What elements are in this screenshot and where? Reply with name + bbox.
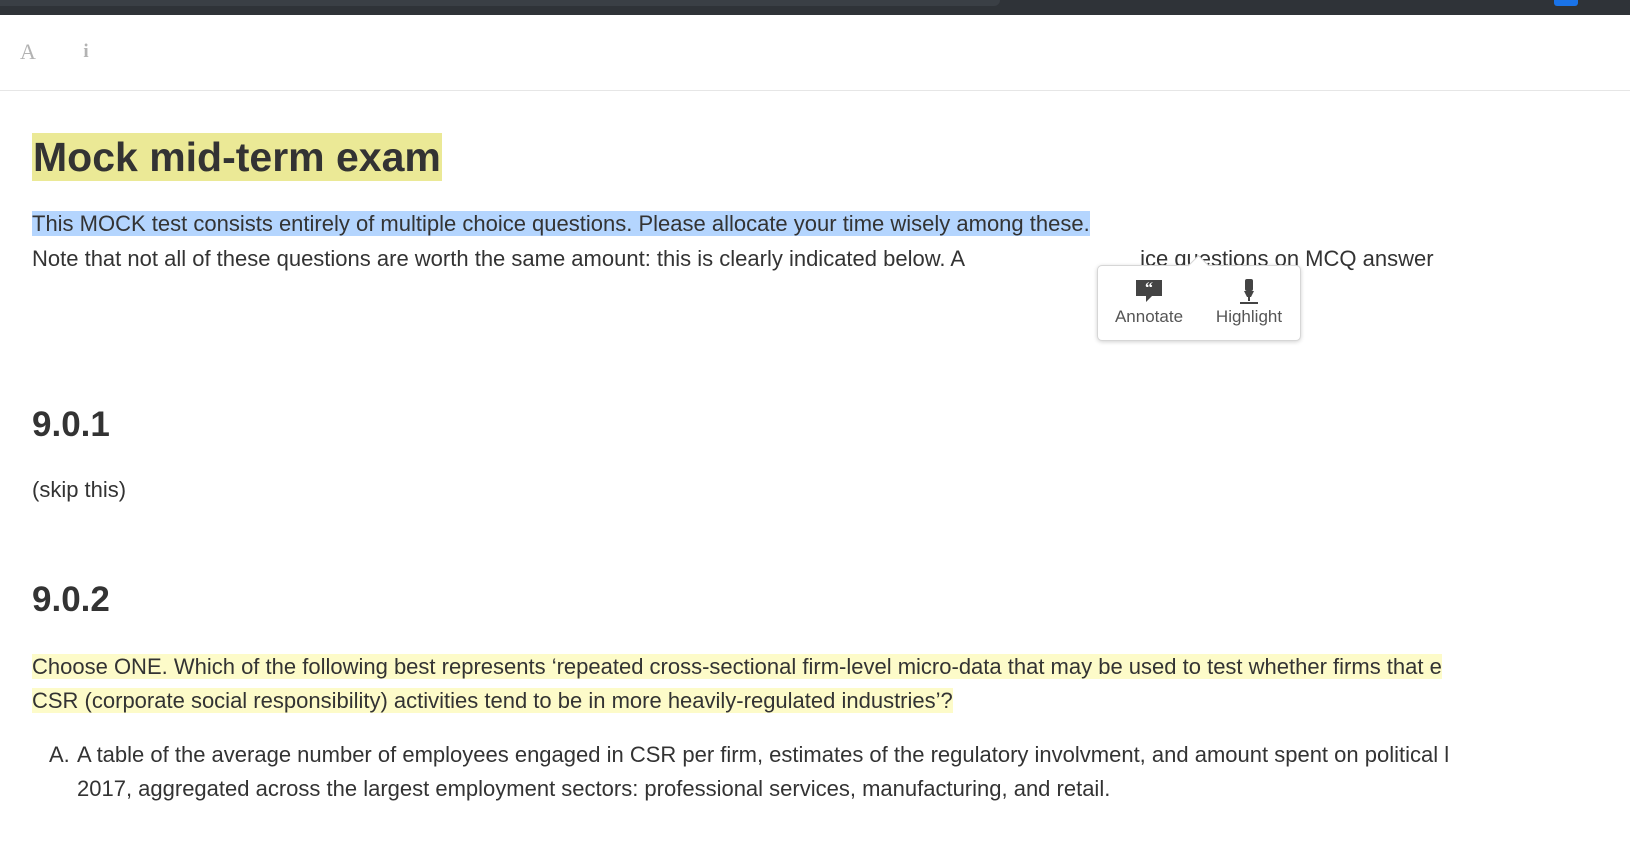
info-icon[interactable]: i <box>72 37 100 67</box>
section-heading-901: 9.0.1 <box>32 405 110 444</box>
selection-popover: “ Annotate Highlight <box>1097 254 1301 341</box>
option-text-line-2: 2017, aggregated across the largest empl… <box>77 776 1111 801</box>
highlighted-question-text[interactable]: Choose ONE. Which of the following best … <box>32 654 1442 679</box>
highlight-label: Highlight <box>1215 307 1283 326</box>
option-text-line-1: A table of the average number of employe… <box>77 742 1450 767</box>
section-901-body: (skip this) <box>32 477 127 502</box>
extension-icon[interactable] <box>1554 0 1578 6</box>
browser-top-bar <box>0 0 1630 15</box>
highlight-button[interactable]: Highlight <box>1204 276 1294 332</box>
selected-text[interactable]: This MOCK test consists entirely of mult… <box>32 211 1090 236</box>
question-text-line-2: CSR (corporate social responsibility) ac… <box>32 684 953 718</box>
intro-text-before-popover: Note that not all of these questions are… <box>32 246 966 271</box>
reader-toolbar: A i <box>0 15 1630 91</box>
highlighted-question-text-2[interactable]: CSR (corporate social responsibility) ac… <box>32 688 953 713</box>
section-heading-902: 9.0.2 <box>32 580 110 619</box>
svg-text:“: “ <box>1145 280 1153 297</box>
annotate-button[interactable]: “ Annotate <box>1104 276 1194 332</box>
page-title: Mock mid-term exam <box>32 133 442 181</box>
font-settings-icon[interactable]: A <box>14 37 42 67</box>
browser-tab-edge[interactable] <box>0 0 1000 6</box>
question-text-line-1: Choose ONE. Which of the following best … <box>32 650 1442 684</box>
annotate-label: Annotate <box>1114 307 1184 326</box>
quote-bubble-icon: “ <box>1134 276 1164 306</box>
intro-paragraph-line-1: This MOCK test consists entirely of mult… <box>32 207 1090 241</box>
highlighter-icon <box>1238 276 1260 306</box>
option-marker: A. <box>49 742 70 767</box>
